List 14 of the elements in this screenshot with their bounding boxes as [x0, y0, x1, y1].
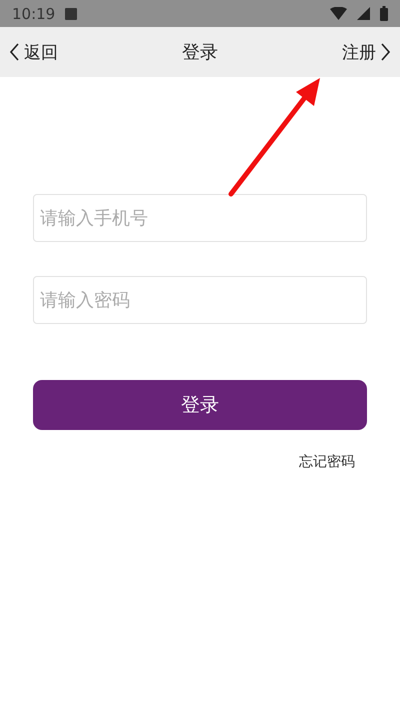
back-button[interactable]: 返回: [10, 40, 58, 64]
page-title: 登录: [182, 41, 218, 64]
status-time: 10:19: [12, 4, 56, 22]
password-field[interactable]: 请输入密码: [33, 276, 367, 324]
phone-field[interactable]: 请输入手机号: [33, 194, 367, 242]
login-button[interactable]: 登录: [33, 380, 367, 430]
battery-icon: [380, 6, 388, 21]
wifi-icon: [330, 7, 347, 20]
chevron-left-icon: [10, 43, 20, 61]
forgot-password-link[interactable]: 忘记密码: [299, 453, 355, 471]
notification-icon: [65, 8, 78, 20]
chevron-right-icon: [380, 43, 390, 61]
signal-icon: [357, 7, 370, 20]
register-button[interactable]: 注册: [342, 40, 390, 64]
